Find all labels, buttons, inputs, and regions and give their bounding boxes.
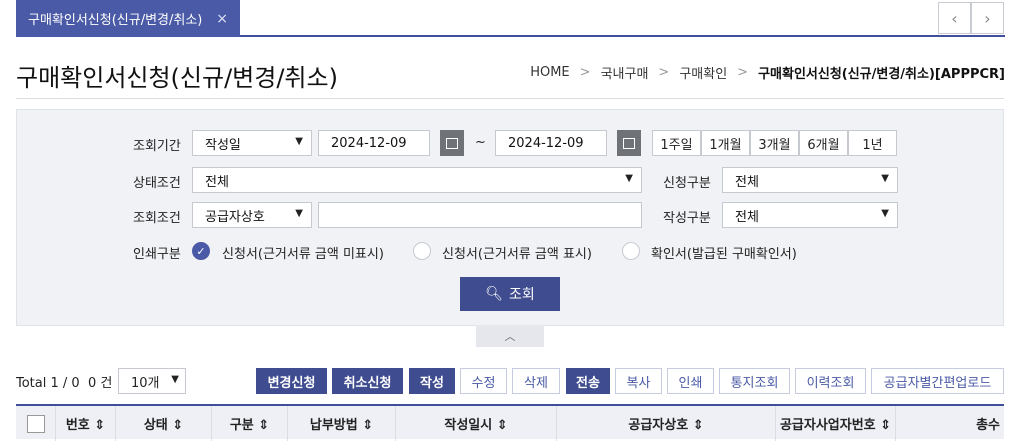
quick-period-1month[interactable]: 1개월 [701,130,750,156]
col-payment-method[interactable]: 납부방법 ⇕ [288,406,396,441]
chevron-down-icon: ▼ [295,136,303,147]
change-request-button[interactable]: 변경신청 [256,368,327,394]
date-to-input[interactable]: 2024-12-09 [495,130,607,156]
supplier-upload-button[interactable]: 공급자별간편업로드 [871,368,1004,394]
print-type-label: 인쇄구분 [133,247,181,262]
total-count: Total 1 / 0 0 건 [16,372,112,391]
chevron-down-icon: ▼ [881,173,889,184]
page-size-value: 10개 [131,375,160,391]
table-header: 번호 ⇕ 상태 ⇕ 구분 ⇕ 납부방법 ⇕ 작성일시 ⇕ 공급자상호 ⇕ 공급자… [16,404,1004,441]
chevron-down-icon: ▼ [881,208,889,219]
chevron-up-icon: ︿ [504,330,516,343]
print-button[interactable]: 인쇄 [667,368,714,394]
calendar-icon[interactable] [617,130,641,156]
print-option-2-label[interactable]: 신청서(근거서류 금액 표시) [442,243,592,262]
page-size-select[interactable]: 10개 ▼ [118,368,186,394]
page-title: 구매확인서신청(신규/변경/취소) [16,64,338,92]
breadcrumb-separator-icon: > [737,65,749,80]
send-button[interactable]: 전송 [566,368,610,394]
select-all-checkbox[interactable] [26,414,45,433]
tab-bar: 구매확인서신청(신규/변경/취소) × ‹ › [16,0,1005,37]
print-option-2-radio[interactable] [413,242,431,260]
breadcrumb-home[interactable]: HOME [530,65,569,80]
breadcrumb: HOME > 국내구매 > 구매확인 > 구매확인서신청(신규/변경/취소)[A… [530,63,1005,82]
copy-button[interactable]: 복사 [615,368,662,394]
apply-type-select[interactable]: 전체 ▼ [722,167,898,193]
cancel-request-button[interactable]: 취소신청 [332,368,403,394]
col-type[interactable]: 구분 ⇕ [212,406,288,441]
quick-period-1week[interactable]: 1주일 [652,130,701,156]
select-all-cell [16,406,56,441]
print-option-1-radio[interactable]: ✓ [192,242,210,260]
apply-type-value: 전체 [735,174,759,190]
breadcrumb-current: 구매확인서신청(신규/변경/취소)[APPPCR] [758,67,1005,82]
print-option-1-label[interactable]: 신청서(근거서류 금액 미표시) [222,243,384,262]
search-button[interactable]: 🔍︎ 조회 [460,277,560,311]
calendar-icon[interactable] [440,130,464,156]
create-button[interactable]: 작성 [409,368,455,394]
prev-tab-button[interactable]: ‹ [938,2,971,34]
search-text-input[interactable] [318,202,642,228]
search-button-label: 조회 [509,287,535,303]
period-label: 조회기간 [133,139,181,154]
total-text: Total 1 / 0 [16,376,80,391]
collapse-panel-button[interactable]: ︿ [476,325,544,347]
search-condition-label: 조회조건 [133,211,181,226]
col-created-at[interactable]: 작성일시 ⇕ [396,406,557,441]
quick-period-6month[interactable]: 6개월 [799,130,848,156]
tab-label: 구매확인서신청(신규/변경/취소) [28,13,203,28]
write-type-select[interactable]: 전체 ▼ [722,202,898,228]
delete-button[interactable]: 삭제 [512,368,560,394]
status-select[interactable]: 전체 ▼ [192,167,642,193]
breadcrumb-separator-icon: > [579,65,591,80]
chevron-down-icon: ▼ [625,173,633,184]
status-label: 상태조건 [133,176,181,191]
chevron-down-icon: ▼ [295,208,303,219]
next-tab-button[interactable]: › [971,2,1004,34]
write-type-label: 작성구분 [663,211,711,226]
breadcrumb-domestic-purchase[interactable]: 국내구매 [601,63,649,82]
search-condition-select[interactable]: 공급자상호 ▼ [192,202,312,228]
col-number[interactable]: 번호 ⇕ [56,406,116,441]
count-text: 0 건 [87,376,113,391]
breadcrumb-separator-icon: > [658,65,670,80]
quick-period-1year[interactable]: 1년 [848,130,897,156]
col-status[interactable]: 상태 ⇕ [116,406,212,441]
period-type-value: 작성일 [205,137,241,153]
quick-period-3month[interactable]: 3개월 [750,130,799,156]
write-type-value: 전체 [735,209,759,225]
status-value: 전체 [205,174,229,190]
period-type-select[interactable]: 작성일 ▼ [192,130,312,156]
breadcrumb-purchase-confirm[interactable]: 구매확인 [679,63,727,82]
date-separator: ~ [475,135,486,150]
edit-button[interactable]: 수정 [460,368,507,394]
search-icon: 🔍︎ [485,286,503,302]
print-option-3-label[interactable]: 확인서(발급된 구매확인서) [651,243,797,262]
history-inquiry-button[interactable]: 이력조회 [795,368,866,394]
col-total[interactable]: 총수 [896,406,1004,441]
search-condition-value: 공급자상호 [205,209,265,225]
divider [16,98,1004,99]
chevron-down-icon: ▼ [171,374,179,385]
close-icon[interactable]: × [216,11,228,27]
notice-inquiry-button[interactable]: 통지조회 [719,368,790,394]
print-option-3-radio[interactable] [622,242,640,260]
col-supplier-name[interactable]: 공급자상호 ⇕ [557,406,776,441]
date-from-input[interactable]: 2024-12-09 [318,130,430,156]
col-supplier-biz-number[interactable]: 공급자사업자번호 ⇕ [776,406,896,441]
apply-type-label: 신청구분 [663,176,711,191]
tab-purchase-confirmation[interactable]: 구매확인서신청(신규/변경/취소) × [16,0,240,37]
